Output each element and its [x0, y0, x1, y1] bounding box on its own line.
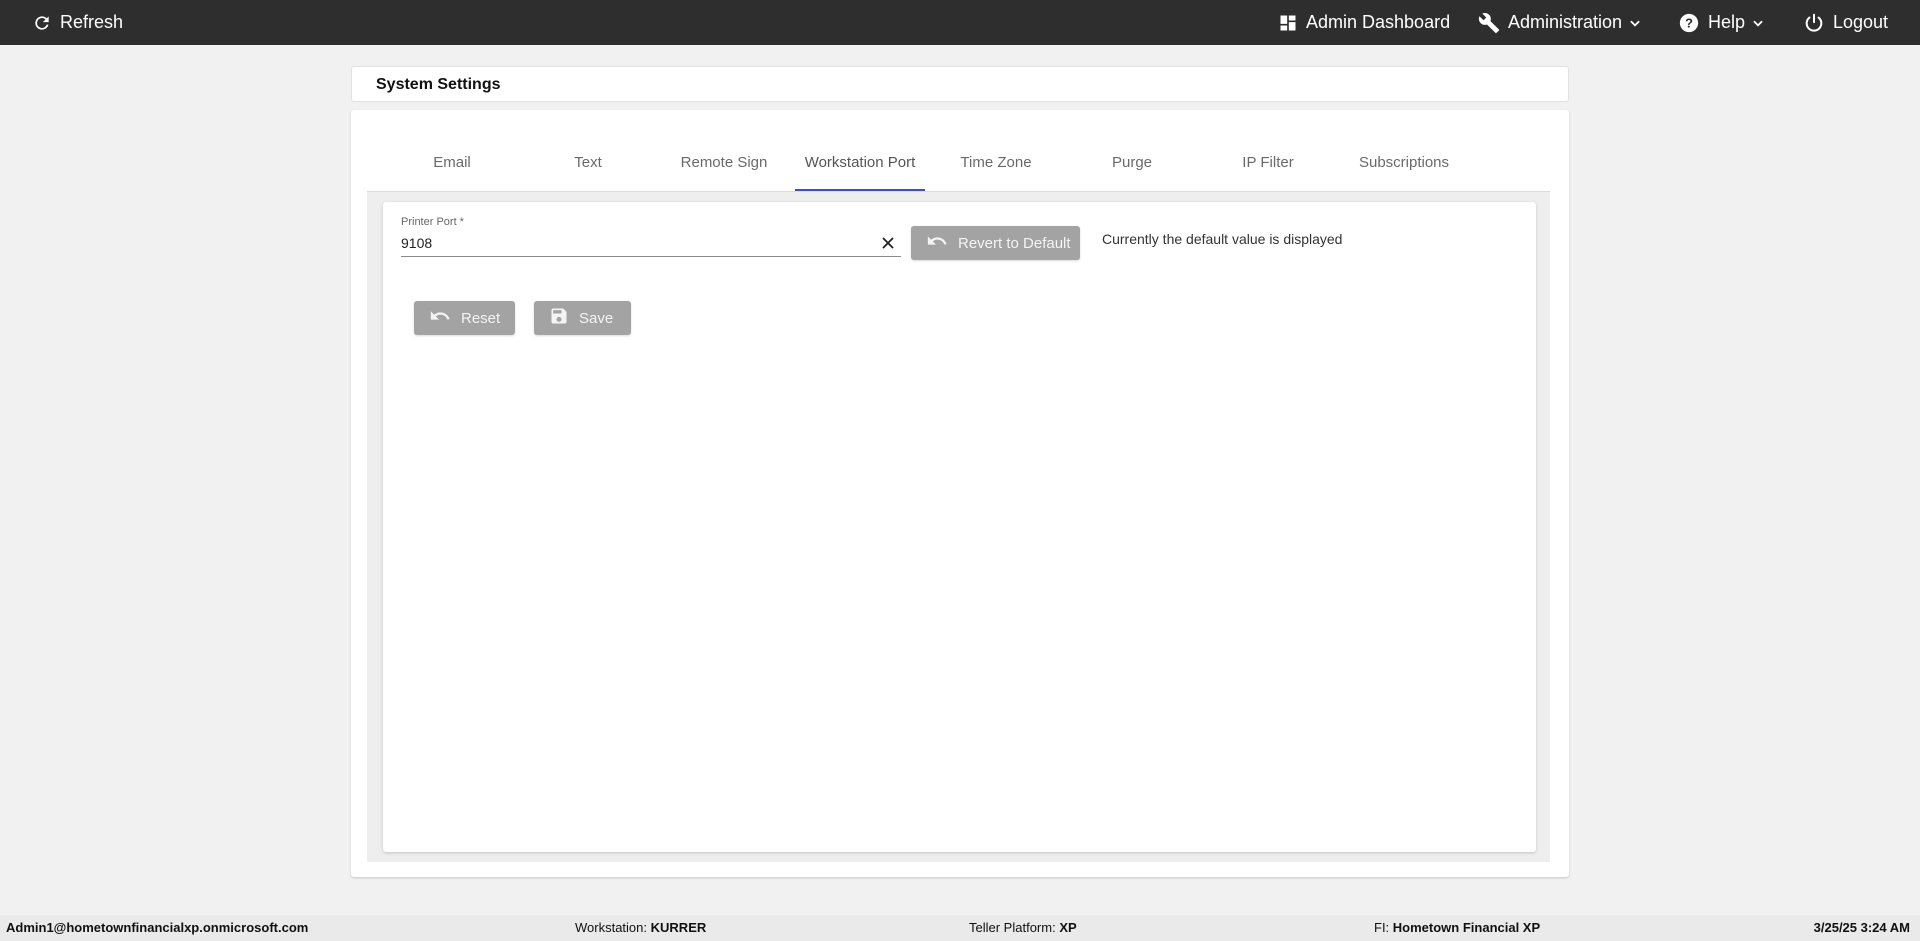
page-title-card: System Settings: [351, 66, 1569, 102]
save-label: Save: [579, 309, 614, 327]
dashboard-icon: [1278, 13, 1298, 33]
status-footer: Admin1@hometownfinancialxp.onmicrosoft.c…: [0, 915, 1920, 941]
save-icon: [549, 306, 569, 330]
settings-card: Email Text Remote Sign Workstation Port …: [351, 110, 1569, 877]
tab-purge[interactable]: Purge: [1067, 135, 1197, 191]
wrench-icon: [1478, 12, 1500, 34]
undo-icon: [926, 230, 948, 256]
footer-datetime: 3/25/25 3:24 AM: [1813, 920, 1910, 935]
tab-ip-filter[interactable]: IP Filter: [1203, 135, 1333, 191]
save-button[interactable]: Save: [534, 301, 631, 335]
tab-email[interactable]: Email: [387, 135, 517, 191]
power-icon: [1803, 12, 1825, 34]
svg-text:?: ?: [1685, 15, 1693, 30]
page-title: System Settings: [376, 76, 501, 93]
revert-to-default-button[interactable]: Revert to Default: [911, 226, 1080, 260]
administration-menu[interactable]: Administration: [1478, 0, 1642, 45]
admin-dashboard-label: Admin Dashboard: [1306, 12, 1451, 32]
top-nav-bar: Refresh Admin Dashboard Administration ?…: [0, 0, 1920, 45]
tab-time-zone[interactable]: Time Zone: [931, 135, 1061, 191]
refresh-button[interactable]: Refresh: [32, 0, 123, 45]
admin-dashboard-link[interactable]: Admin Dashboard: [1278, 0, 1450, 45]
tab-subscriptions[interactable]: Subscriptions: [1339, 135, 1469, 191]
revert-label: Revert to Default: [958, 234, 1071, 252]
footer-workstation: Workstation: KURRER: [575, 920, 707, 935]
chevron-down-icon: [1628, 16, 1642, 30]
reset-button[interactable]: Reset: [414, 301, 515, 335]
workstation-port-panel: Printer Port * Revert to Default Current…: [383, 202, 1536, 852]
administration-label: Administration: [1508, 12, 1623, 32]
footer-fi: FI: Hometown Financial XP: [1374, 920, 1541, 935]
reset-label: Reset: [461, 309, 501, 327]
printer-port-input[interactable]: [401, 233, 861, 253]
logout-label: Logout: [1833, 12, 1889, 32]
printer-port-label: Printer Port *: [401, 216, 464, 228]
default-value-note: Currently the default value is displayed: [1102, 231, 1343, 247]
tab-remote-sign[interactable]: Remote Sign: [659, 135, 789, 191]
undo-icon: [429, 305, 451, 331]
footer-platform: Teller Platform: XP: [969, 920, 1077, 935]
refresh-icon: [32, 13, 52, 33]
chevron-down-icon: [1751, 16, 1765, 30]
logout-button[interactable]: Logout: [1803, 0, 1888, 45]
refresh-label: Refresh: [60, 12, 124, 32]
tab-workstation-port[interactable]: Workstation Port: [795, 135, 925, 191]
printer-port-field: Printer Port *: [401, 216, 901, 257]
help-icon: ?: [1678, 12, 1700, 34]
footer-user: Admin1@hometownfinancialxp.onmicrosoft.c…: [6, 920, 309, 935]
settings-tabs: Email Text Remote Sign Workstation Port …: [367, 135, 1550, 192]
clear-icon[interactable]: [879, 234, 897, 252]
tab-content-area: Printer Port * Revert to Default Current…: [367, 192, 1550, 862]
help-label: Help: [1708, 12, 1746, 32]
help-menu[interactable]: ? Help: [1678, 0, 1765, 45]
tab-text[interactable]: Text: [523, 135, 653, 191]
